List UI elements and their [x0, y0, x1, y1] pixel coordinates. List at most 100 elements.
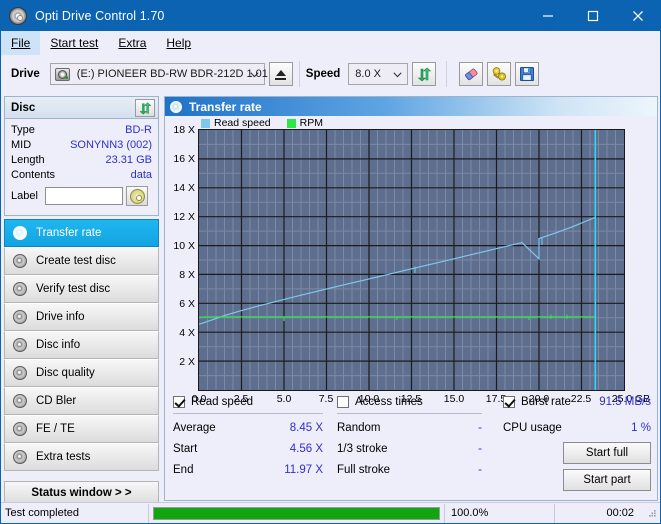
burst-rate-checkbox[interactable]	[503, 396, 515, 408]
sidebar-item-label: Extra tests	[36, 451, 90, 463]
menu-item-extra[interactable]: Extra	[108, 31, 156, 55]
y-tick-18: 18 X	[173, 124, 195, 136]
menu-item-file-label: File	[11, 36, 30, 50]
disc-refresh-button[interactable]	[135, 99, 155, 117]
menu-item-file[interactable]: File	[1, 31, 40, 55]
resize-grip[interactable]	[640, 507, 660, 519]
divider	[173, 413, 323, 414]
row-start-key: Start	[173, 443, 197, 455]
row-random-key: Random	[337, 422, 380, 434]
speed-select[interactable]: 8.0 X	[348, 63, 408, 85]
row-full-stroke-key: Full stroke	[337, 464, 390, 476]
toolbar-divider-1	[299, 61, 300, 87]
drive-select-value: (E:) PIONEER BD-RW BDR-212D 1.01	[73, 68, 268, 80]
legend-swatch-rpm	[287, 119, 296, 128]
window-title: Opti Drive Control 1.70	[35, 9, 525, 23]
disc-label-row: Label	[11, 186, 152, 206]
maximize-icon[interactable]	[570, 1, 615, 31]
y-tick-8: 8 X	[179, 269, 195, 281]
y-tick-10: 10 X	[173, 240, 195, 252]
disc-icon	[13, 282, 27, 296]
disc-row-length-key: Length	[11, 153, 45, 168]
row-cpu-usage-key: CPU usage	[503, 422, 562, 434]
sidebar-item-cd-bler[interactable]: CD Bler	[4, 387, 159, 415]
row-full-stroke-value: -	[478, 464, 482, 476]
sidebar-item-disc-quality[interactable]: Disc quality	[4, 359, 159, 387]
save-button[interactable]	[515, 62, 539, 86]
disc-icon	[13, 310, 27, 324]
disc-icon	[13, 366, 27, 380]
sidebar-item-create-test-disc[interactable]: Create test disc	[4, 247, 159, 275]
start-part-label: Start part	[583, 474, 630, 486]
legend-label-read-speed: Read speed	[214, 117, 271, 129]
disc-icon	[13, 254, 27, 268]
eraser-button[interactable]	[459, 62, 483, 86]
disc-icon	[13, 422, 27, 436]
read-speed-checkbox-row[interactable]: Read speed	[173, 393, 323, 411]
progress-bar	[149, 504, 444, 523]
drive-toolbar: Drive (E:) PIONEER BD-RW BDR-212D 1.01 S…	[1, 55, 660, 93]
disc-icon	[13, 226, 27, 240]
burst-rate-column: Burst rate 91.5 MB/s CPU usage 1 % Start…	[503, 393, 651, 491]
drive-icon	[55, 68, 70, 81]
disc-icon	[13, 338, 27, 352]
read-speed-checkbox[interactable]	[173, 396, 185, 408]
status-message: Test completed	[1, 504, 149, 523]
row-start-value: 4.56 X	[290, 443, 323, 455]
disc-icon	[9, 7, 27, 25]
row-third-stroke-key: 1/3 stroke	[337, 443, 388, 455]
start-full-button[interactable]: Start full	[563, 442, 651, 464]
status-bar: Test completed 100.0% 00:02	[1, 502, 660, 523]
title-bar: Opti Drive Control 1.70	[1, 1, 660, 31]
eject-icon	[276, 70, 286, 76]
disc-label-read-button[interactable]	[126, 186, 148, 206]
speed-select-value: 8.0 X	[349, 68, 381, 80]
menu-item-help-label: Help	[166, 36, 191, 50]
eject-button[interactable]	[269, 62, 293, 86]
row-third-stroke: 1/3 stroke -	[337, 438, 482, 459]
drive-select[interactable]: (E:) PIONEER BD-RW BDR-212D 1.01	[50, 63, 265, 85]
disc-panel-header: Disc	[5, 97, 158, 119]
sidebar-item-disc-info[interactable]: Disc info	[4, 331, 159, 359]
sidebar-item-label: FE / TE	[36, 423, 75, 435]
chart-svg	[199, 130, 624, 390]
minimize-icon[interactable]	[525, 1, 570, 31]
row-average-value: 8.45 X	[290, 422, 323, 434]
disc-row-mid: MID SONYNN3 (002)	[11, 138, 152, 153]
access-times-checkbox[interactable]	[337, 396, 349, 408]
menu-item-help[interactable]: Help	[156, 31, 201, 55]
legend-swatch-read-speed	[201, 119, 210, 128]
transfer-rate-chart: Read speed RPM 18 X 16 X 14 X 12 X 10 X …	[165, 116, 657, 411]
disc-row-contents: Contents data	[11, 168, 152, 183]
burst-rate-checkbox-row[interactable]: Burst rate 91.5 MB/s	[503, 393, 651, 411]
disc-row-type: Type BD-R	[11, 123, 152, 138]
sidebar-item-extra-tests[interactable]: Extra tests	[4, 443, 159, 471]
tools-button[interactable]	[487, 62, 511, 86]
y-tick-14: 14 X	[173, 182, 195, 194]
row-full-stroke: Full stroke -	[337, 459, 482, 480]
progress-fill	[154, 508, 439, 519]
close-icon[interactable]	[615, 1, 660, 31]
access-times-label: Access times	[355, 396, 423, 408]
access-times-checkbox-row[interactable]: Access times	[337, 393, 482, 411]
row-end: End 11.97 X	[173, 459, 323, 480]
sidebar-item-drive-info[interactable]: Drive info	[4, 303, 159, 331]
sidebar-item-fe-te[interactable]: FE / TE	[4, 415, 159, 443]
menu-item-start-test[interactable]: Start test	[40, 31, 108, 55]
menu-bar: File Start test Extra Help	[1, 31, 660, 55]
status-window-label: Status window > >	[31, 487, 131, 499]
row-average: Average 8.45 X	[173, 417, 323, 438]
y-tick-2: 2 X	[179, 356, 195, 368]
sidebar-item-transfer-rate[interactable]: Transfer rate	[4, 219, 159, 247]
sidebar-item-verify-test-disc[interactable]: Verify test disc	[4, 275, 159, 303]
row-random: Random -	[337, 417, 482, 438]
disc-label-input[interactable]	[45, 187, 123, 205]
start-part-button[interactable]: Start part	[563, 469, 651, 491]
refresh-button[interactable]	[412, 62, 436, 86]
legend-label-rpm: RPM	[300, 117, 323, 129]
content-panel: Transfer rate Read speed RPM 18 X 16 X 1…	[164, 96, 658, 501]
disc-row-contents-key: Contents	[11, 168, 55, 183]
y-tick-6: 6 X	[179, 298, 195, 310]
eject-bar	[275, 78, 286, 80]
page-title: Transfer rate	[189, 100, 262, 114]
